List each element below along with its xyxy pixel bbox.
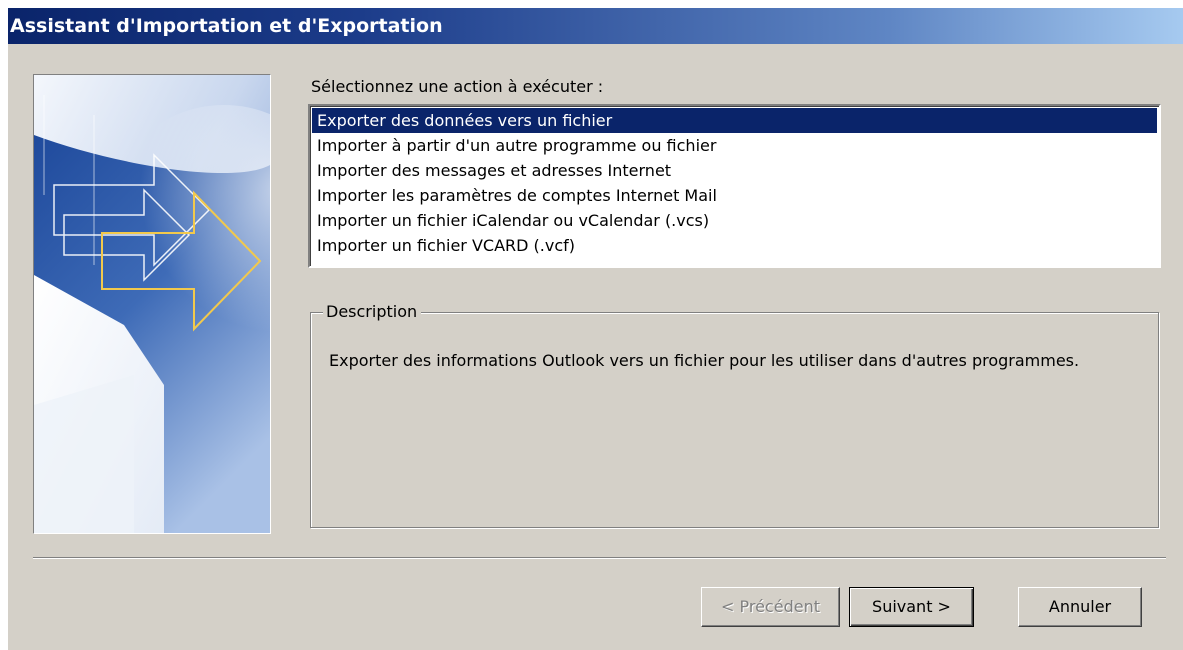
list-item-import-vcard[interactable]: Importer un fichier VCARD (.vcf) bbox=[312, 233, 1157, 258]
import-export-arrows-icon bbox=[34, 75, 270, 533]
wizard-banner-graphic bbox=[33, 74, 271, 534]
previous-button[interactable]: < Précédent bbox=[701, 587, 840, 627]
description-legend: Description bbox=[323, 302, 422, 322]
action-prompt-label: Sélectionnez une action à exécuter : bbox=[311, 77, 604, 96]
next-button[interactable]: Suivant > bbox=[849, 587, 974, 627]
window-title: Assistant d'Importation et d'Exportation bbox=[10, 15, 443, 37]
list-item-export-to-file[interactable]: Exporter des données vers un fichier bbox=[312, 108, 1157, 133]
list-item-import-from-program[interactable]: Importer à partir d'un autre programme o… bbox=[312, 133, 1157, 158]
list-item-import-icalendar[interactable]: Importer un fichier iCalendar ou vCalend… bbox=[312, 208, 1157, 233]
description-groupbox: Description Exporter des informations Ou… bbox=[310, 302, 1159, 528]
footer-separator bbox=[33, 557, 1166, 559]
description-text: Exporter des informations Outlook vers u… bbox=[329, 351, 1080, 370]
action-listbox[interactable]: Exporter des données vers un fichier Imp… bbox=[308, 104, 1161, 268]
import-export-wizard-dialog: Assistant d'Importation et d'Exportation bbox=[8, 8, 1183, 650]
list-item-import-internet-messages[interactable]: Importer des messages et adresses Intern… bbox=[312, 158, 1157, 183]
cancel-button[interactable]: Annuler bbox=[1018, 587, 1142, 627]
title-bar[interactable]: Assistant d'Importation et d'Exportation bbox=[8, 8, 1183, 44]
list-item-import-mail-account-settings[interactable]: Importer les paramètres de comptes Inter… bbox=[312, 183, 1157, 208]
